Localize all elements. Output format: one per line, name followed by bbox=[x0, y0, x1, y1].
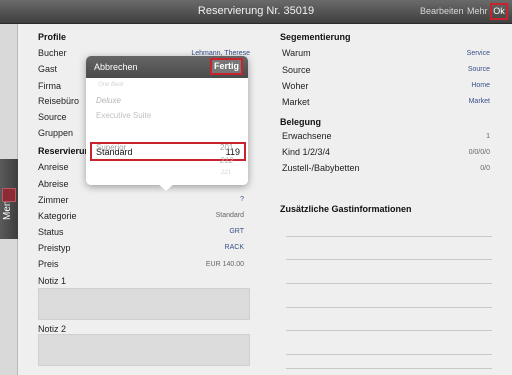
row-label-woher[interactable]: Woher bbox=[282, 81, 308, 91]
row-label-zustellbetten[interactable]: Zustell-/Babybetten bbox=[282, 163, 360, 173]
row-label-preis[interactable]: Preis bbox=[38, 259, 59, 269]
row-value-zustellbetten[interactable]: 0/0 bbox=[398, 165, 490, 172]
popover-arrow bbox=[157, 183, 175, 191]
cancel-button[interactable]: Abbrechen bbox=[94, 62, 138, 72]
row-value-preis[interactable]: EUR 140.00 bbox=[158, 261, 244, 268]
picker-option[interactable]: Superior bbox=[96, 143, 126, 152]
row-label-firma[interactable]: Firma bbox=[38, 81, 61, 91]
row-label-abreise[interactable]: Abreise bbox=[38, 179, 69, 189]
ok-button[interactable]: Ok bbox=[490, 3, 508, 20]
row-value-market[interactable]: Market bbox=[398, 98, 490, 105]
row-value-preistyp[interactable]: RACK bbox=[158, 244, 244, 251]
note1-field[interactable] bbox=[38, 288, 250, 320]
picker-option-number[interactable]: 221 bbox=[221, 170, 231, 176]
row-label-kategorie[interactable]: Kategorie bbox=[38, 211, 77, 221]
picker-option-number[interactable]: 201 bbox=[220, 143, 233, 152]
category-picker-wheel[interactable]: One Bedr Deluxe Executive Suite Standard… bbox=[86, 78, 248, 185]
info-line[interactable] bbox=[286, 354, 492, 355]
profile-title: Profile bbox=[38, 32, 67, 42]
row-value-kind[interactable]: 0/0/0/0 bbox=[398, 149, 490, 156]
note2-label: Notiz 2 bbox=[38, 324, 67, 334]
row-label-source[interactable]: Source bbox=[38, 112, 67, 122]
row-label-erwachsene[interactable]: Erwachsene bbox=[282, 131, 332, 141]
note1-label: Notiz 1 bbox=[38, 276, 67, 286]
extra-info-title: Zusätzliche Gastinformationen bbox=[280, 204, 412, 214]
picker-option[interactable]: Executive Suite bbox=[96, 111, 151, 120]
row-label-market[interactable]: Market bbox=[282, 97, 310, 107]
more-button[interactable]: Mehr bbox=[467, 6, 488, 16]
row-label-status[interactable]: Status bbox=[38, 227, 64, 237]
row-value-source-seg[interactable]: Source bbox=[398, 66, 490, 73]
row-value-status[interactable]: GRT bbox=[158, 228, 244, 235]
row-value-zimmer[interactable]: ? bbox=[158, 196, 244, 203]
category-picker-popover: Abbrechen Fertig One Bedr Deluxe Executi… bbox=[86, 56, 248, 185]
row-value-erwachsene[interactable]: 1 bbox=[398, 133, 490, 140]
row-value-kategorie[interactable]: Standard bbox=[158, 212, 244, 219]
row-label-reisebuero[interactable]: Reisebüro bbox=[38, 96, 79, 106]
navigation-bar: Reservierung Nr. 35019 Bearbeiten Mehr O… bbox=[0, 0, 512, 24]
row-value-warum[interactable]: Service bbox=[398, 50, 490, 57]
app-icon[interactable] bbox=[2, 188, 16, 202]
row-label-gruppen[interactable]: Gruppen bbox=[38, 128, 73, 138]
info-line[interactable] bbox=[286, 283, 492, 284]
row-value-woher[interactable]: Home bbox=[398, 82, 490, 89]
edit-button[interactable]: Bearbeiten bbox=[420, 6, 464, 16]
row-label-bucher[interactable]: Bucher bbox=[38, 48, 67, 58]
row-label-kind[interactable]: Kind 1/2/3/4 bbox=[282, 147, 330, 157]
side-menu: Menü bbox=[0, 24, 18, 375]
row-label-zimmer[interactable]: Zimmer bbox=[38, 195, 69, 205]
info-line[interactable] bbox=[286, 236, 492, 237]
info-line[interactable] bbox=[286, 368, 492, 369]
row-label-preistyp[interactable]: Preistyp bbox=[38, 243, 71, 253]
segmentation-title: Segementierung bbox=[280, 32, 351, 42]
row-label-gast[interactable]: Gast bbox=[38, 64, 57, 74]
note2-field[interactable] bbox=[38, 334, 250, 366]
row-label-warum[interactable]: Warum bbox=[282, 48, 311, 58]
occupancy-title: Belegung bbox=[280, 117, 322, 127]
done-button[interactable]: Fertig bbox=[210, 58, 243, 75]
row-label-source-seg[interactable]: Source bbox=[282, 65, 311, 75]
picker-option-number[interactable]: 212 bbox=[220, 156, 233, 165]
picker-option[interactable]: Deluxe bbox=[96, 96, 121, 105]
row-label-anreise[interactable]: Anreise bbox=[38, 162, 69, 172]
picker-option[interactable]: One Bedr bbox=[98, 82, 124, 88]
picker-header: Abbrechen Fertig bbox=[86, 56, 248, 78]
info-line[interactable] bbox=[286, 307, 492, 308]
info-line[interactable] bbox=[286, 330, 492, 331]
info-line[interactable] bbox=[286, 259, 492, 260]
